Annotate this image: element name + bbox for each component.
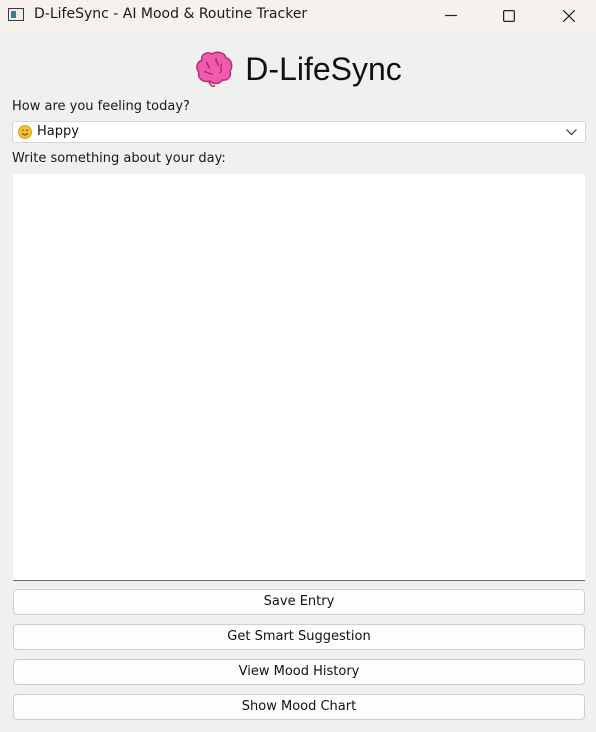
smart-suggestion-button[interactable]: Get Smart Suggestion	[13, 624, 585, 650]
minimize-icon	[445, 14, 457, 17]
mood-history-button[interactable]: View Mood History	[13, 659, 585, 685]
close-button[interactable]	[546, 0, 592, 32]
app-icon	[8, 8, 24, 21]
mood-chart-button[interactable]: Show Mood Chart	[13, 694, 585, 720]
mood-selected-value: Happy	[37, 124, 79, 139]
journal-label: Write something about your day:	[12, 151, 226, 166]
close-icon	[563, 10, 575, 22]
smiling-face-icon	[18, 125, 32, 139]
save-entry-button[interactable]: Save Entry	[13, 589, 585, 615]
mood-select[interactable]: Happy	[12, 121, 586, 143]
app-header: D-LifeSync	[0, 50, 596, 94]
app-title: D-LifeSync	[245, 50, 402, 87]
maximize-icon	[503, 10, 515, 22]
mood-label: How are you feeling today?	[12, 99, 190, 114]
chevron-down-icon	[566, 129, 577, 136]
minimize-button[interactable]	[428, 0, 474, 32]
brain-icon	[196, 51, 233, 87]
title-bar: D-LifeSync - AI Mood & Routine Tracker	[0, 0, 596, 32]
window-title: D-LifeSync - AI Mood & Routine Tracker	[34, 6, 308, 22]
journal-textarea[interactable]	[13, 174, 585, 581]
maximize-button[interactable]	[486, 0, 532, 32]
